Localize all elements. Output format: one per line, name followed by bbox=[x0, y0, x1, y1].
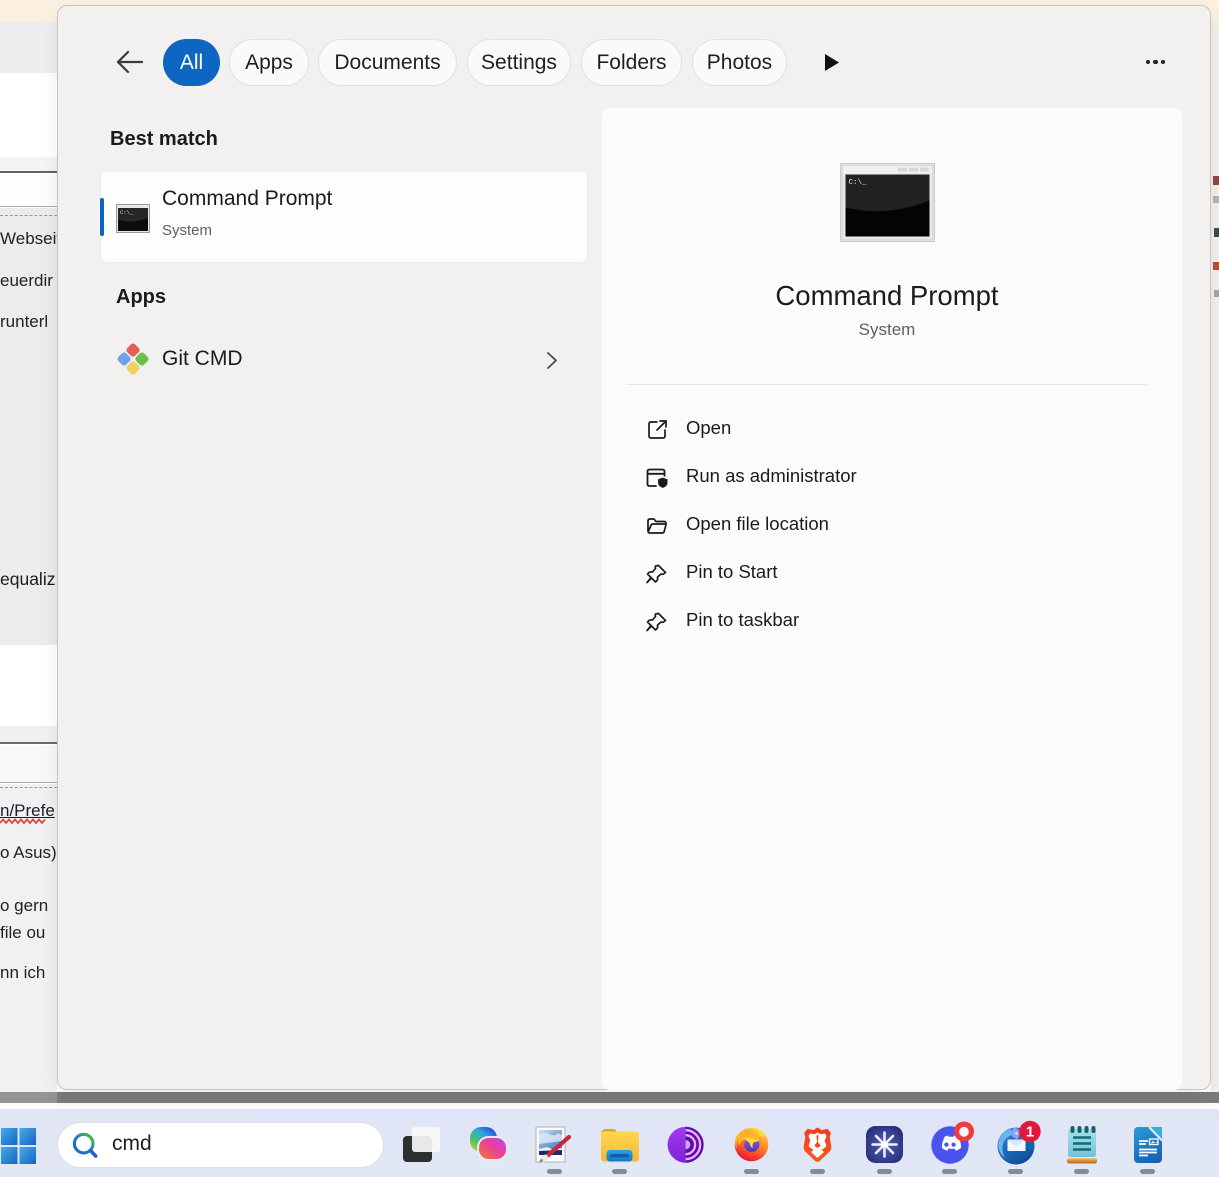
svg-text:C:\_: C:\_ bbox=[120, 209, 134, 216]
svg-text:1: 1 bbox=[1026, 1124, 1034, 1141]
svg-text:C:\_: C:\_ bbox=[849, 179, 868, 187]
